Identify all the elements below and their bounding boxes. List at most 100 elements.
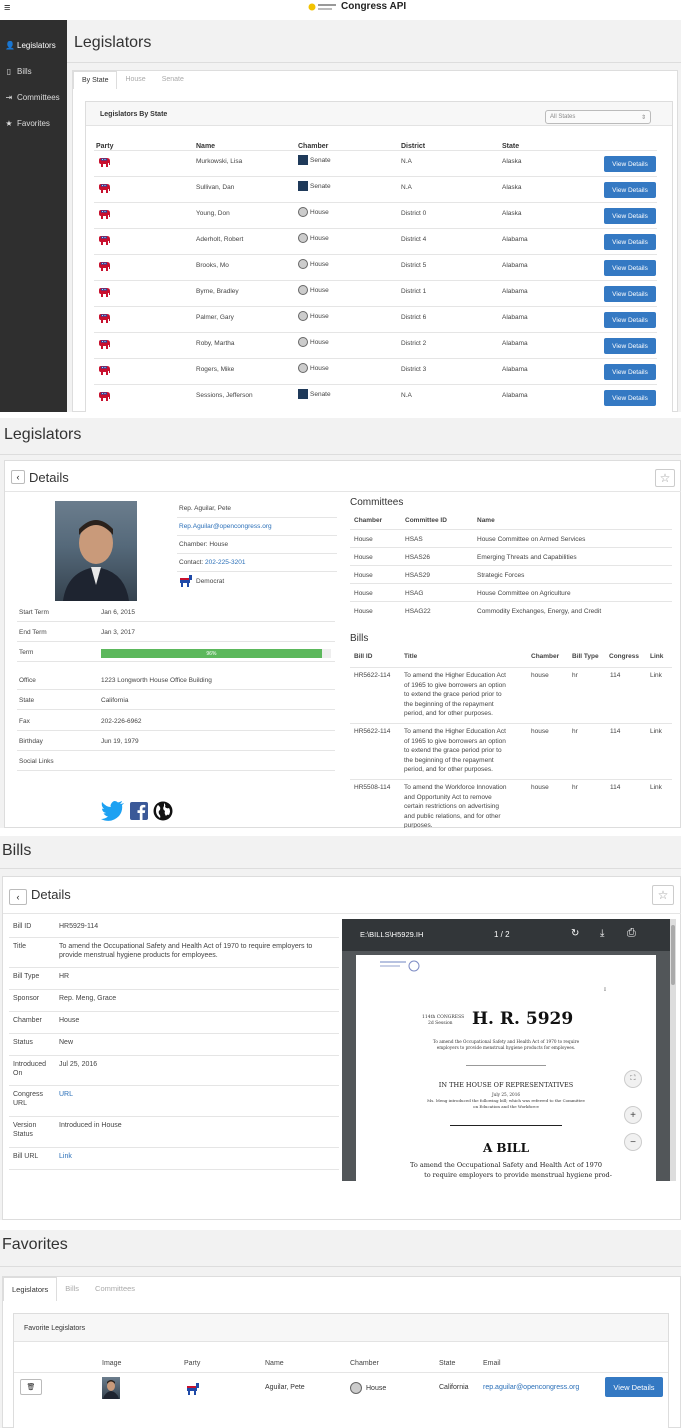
hamburger-menu-icon[interactable]: ≡ <box>4 2 10 14</box>
tab-legislators[interactable]: Legislators <box>3 1277 58 1301</box>
zoom-in-button[interactable]: + <box>624 1106 642 1124</box>
fit-page-button[interactable]: ⛶ <box>624 1070 642 1088</box>
chamber-label: House <box>310 312 329 320</box>
view-details-button[interactable]: View Details <box>604 260 656 276</box>
bill-link[interactable]: Link <box>650 671 662 681</box>
contact-phone-link[interactable]: 202-225-3201 <box>205 559 245 566</box>
divider <box>17 689 335 690</box>
bill-type: hr <box>572 728 578 735</box>
pdf-filename: E:\BILLS\H5929.IH <box>360 930 424 939</box>
field-value[interactable]: Link <box>59 1153 72 1160</box>
view-details-button[interactable]: View Details <box>604 156 656 172</box>
view-details-button[interactable]: View Details <box>604 286 656 302</box>
legislator-chamber: House <box>298 337 329 347</box>
bill-title-line: period, and for other purposes. <box>404 766 493 773</box>
divider <box>0 868 681 869</box>
field-value[interactable]: URL <box>59 1091 73 1098</box>
website-globe-icon[interactable] <box>153 801 173 826</box>
top-navbar: ≡ Congress API <box>0 0 681 20</box>
brand[interactable]: Congress API <box>308 1 406 12</box>
legislator-district: N.A <box>401 158 412 165</box>
legislator-chamber: House <box>298 233 329 243</box>
view-details-button[interactable]: View Details <box>604 364 656 380</box>
legislator-district: N.A <box>401 184 412 191</box>
print-icon[interactable]: ⎙ <box>627 927 636 940</box>
col-bill-id: Bill ID <box>354 653 373 660</box>
pdf-short-desc-1: To amend the Occupational Safety and Hea… <box>432 1039 580 1044</box>
legislator-name: Rep. Aguilar, Pete <box>179 505 232 512</box>
tab-bills[interactable]: Bills <box>57 1277 87 1301</box>
sidebar-item-committees[interactable]: ⇥ Committees <box>0 84 67 110</box>
bill-link[interactable]: Link <box>650 783 662 793</box>
favorite-chamber: House <box>350 1382 386 1394</box>
bill-link[interactable]: Link <box>650 727 662 737</box>
scrollbar-thumb[interactable] <box>671 925 675 985</box>
divider <box>9 1011 339 1012</box>
minus-icon: − <box>630 1136 636 1148</box>
bill-title-line: to extend the grace period prior to <box>404 691 502 698</box>
view-details-button[interactable]: View Details <box>604 234 656 250</box>
bill-title-line: To amend the Higher Education Act <box>404 728 506 735</box>
divider <box>17 621 335 622</box>
col-state: State <box>502 143 520 150</box>
field-value: House <box>59 1017 80 1024</box>
divider <box>350 547 672 548</box>
view-details-button[interactable]: View Details <box>604 312 656 328</box>
tab-committees[interactable]: Committees <box>87 1277 143 1301</box>
field-value[interactable]: 202-226-6962 <box>101 718 141 725</box>
committee-name: Emerging Threats and Capabilities <box>477 554 577 561</box>
legislator-chamber: Senate <box>298 389 331 399</box>
download-icon[interactable]: ⤓ <box>600 928 604 939</box>
field-label: End Term <box>19 629 47 636</box>
committee-id: HSAG22 <box>405 608 431 615</box>
favorite-button[interactable]: ☆ <box>655 469 675 487</box>
view-details-button[interactable]: View Details <box>604 390 656 406</box>
legislator-state: Alabama <box>502 288 528 295</box>
remove-favorite-button[interactable]: 🗑 <box>20 1379 42 1395</box>
senate-book-icon <box>298 181 308 191</box>
state-select[interactable]: All States ⇕ <box>545 110 651 124</box>
sidebar-item-legislators[interactable]: 👤 Legislators <box>0 32 67 58</box>
term-progress-bar: 96% <box>101 649 331 658</box>
favorites-tabs: Legislators Bills Committees <box>3 1277 143 1301</box>
legislator-tabs: By State House Senate <box>73 71 192 89</box>
divider <box>17 661 335 662</box>
tab-by-state[interactable]: By State <box>73 71 118 89</box>
pdf-intro-1: Ms. Meng introduced the following bill; … <box>427 1098 585 1103</box>
house-seal-icon <box>298 311 308 321</box>
star-outline-icon: ☆ <box>657 888 669 902</box>
sidebar-item-favorites[interactable]: ★ Favorites <box>0 110 67 136</box>
favorite-button[interactable]: ☆ <box>652 885 674 905</box>
divider <box>9 1055 339 1056</box>
table-row: Palmer, Gary House District 6 Alabama View D… <box>94 306 657 332</box>
back-button[interactable]: ‹ <box>9 889 27 905</box>
twitter-icon[interactable] <box>101 801 125 826</box>
sidebar-item-bills[interactable]: ▯ Bills <box>0 58 67 84</box>
committee-name: Strategic Forces <box>477 572 525 579</box>
view-details-button[interactable]: View Details <box>604 182 656 198</box>
rotate-icon[interactable]: ↻ <box>571 928 579 939</box>
favorite-email-link[interactable]: rep.aguilar@opencongress.org <box>483 1384 579 1391</box>
star-icon: ★ <box>5 118 13 128</box>
field-label: Version <box>13 1122 37 1129</box>
col-image: Image <box>102 1360 122 1367</box>
panel-title: Favorite Legislators <box>24 1325 86 1332</box>
view-details-button[interactable]: View Details <box>605 1377 663 1397</box>
back-button[interactable]: ‹ <box>11 470 25 484</box>
view-details-button[interactable]: View Details <box>604 338 656 354</box>
tab-senate[interactable]: Senate <box>154 71 192 89</box>
legislator-district: District 6 <box>401 314 427 321</box>
tab-house[interactable]: House <box>117 71 153 89</box>
divider <box>9 1147 339 1148</box>
legislator-email-link[interactable]: Rep.Aguilar@opencongress.org <box>179 523 272 530</box>
table-row: Rogers, Mike House District 3 Alabama View D… <box>94 358 657 384</box>
pdf-page-mark: I <box>604 987 606 993</box>
legislator-district: District 1 <box>401 288 427 295</box>
favorite-name: Aguilar, Pete <box>265 1384 305 1391</box>
view-details-button[interactable]: View Details <box>604 208 656 224</box>
pdf-scrollbar[interactable] <box>670 919 676 1181</box>
divider <box>350 583 672 584</box>
facebook-icon[interactable] <box>130 802 148 825</box>
pdf-viewer[interactable]: E:\BILLS\H5929.IH 1 / 2 ↻ ⤓ ⎙ I 114th CO… <box>342 919 676 1181</box>
zoom-out-button[interactable]: − <box>624 1133 642 1151</box>
